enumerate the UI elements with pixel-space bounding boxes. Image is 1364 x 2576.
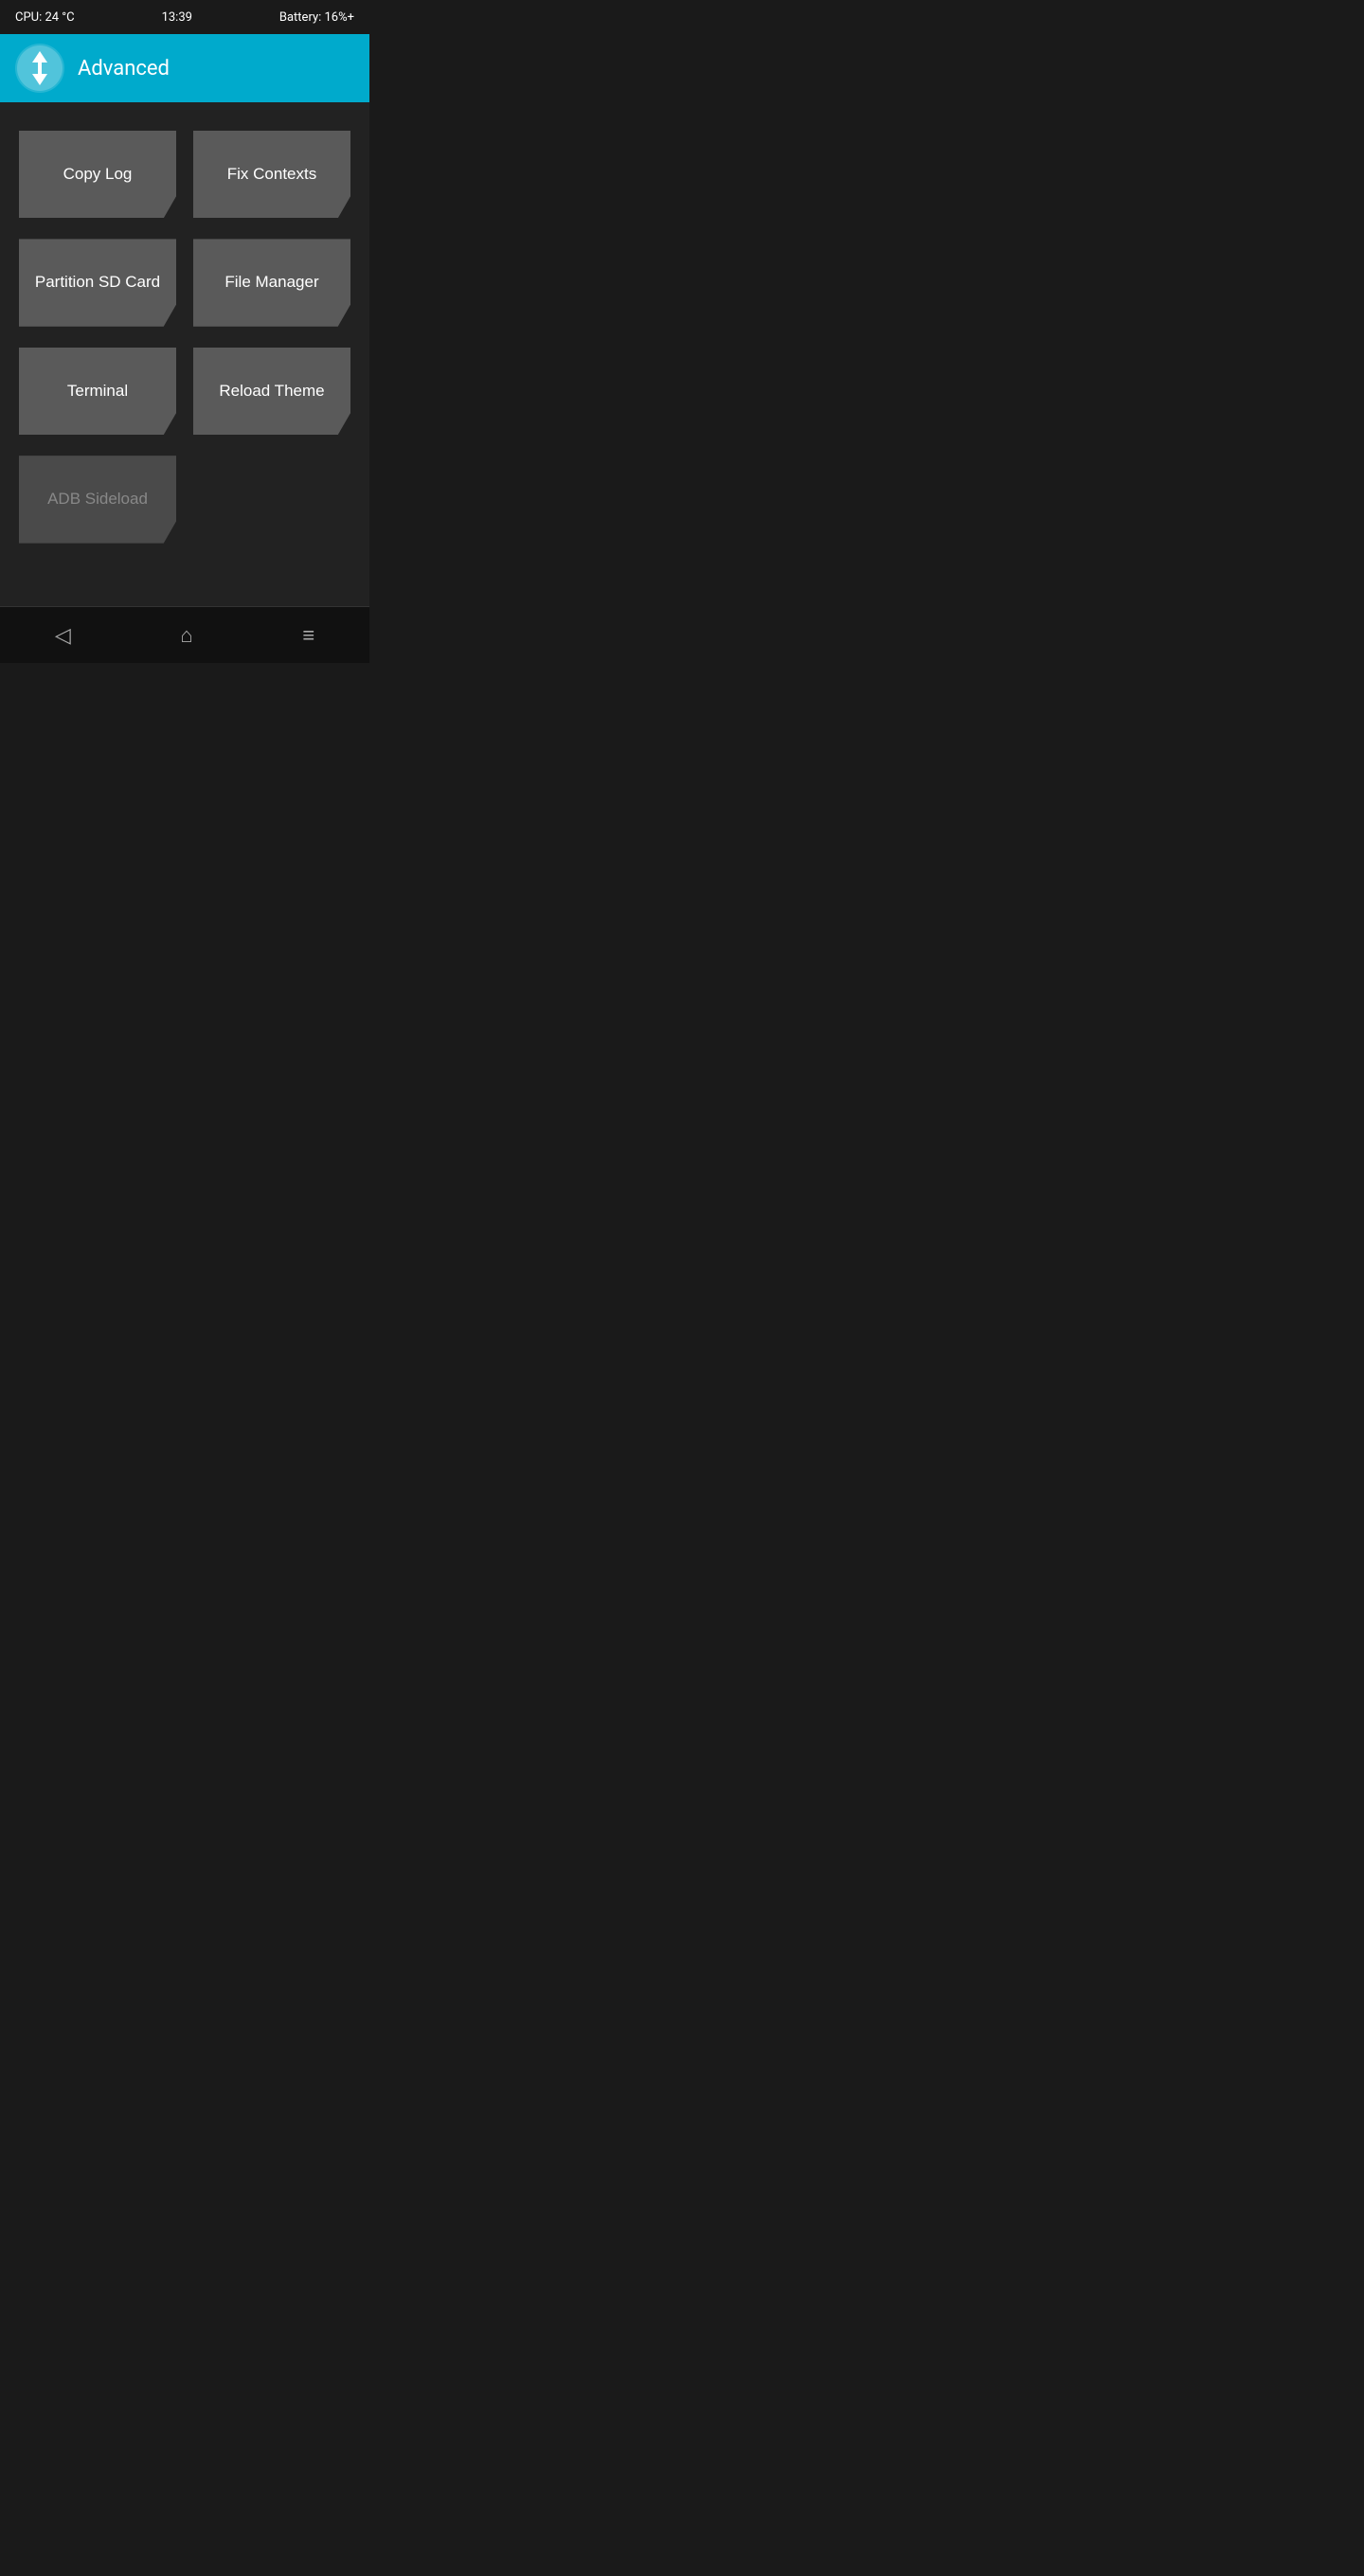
copy-log-button[interactable]: Copy Log bbox=[19, 131, 176, 218]
terminal-button[interactable]: Terminal bbox=[19, 348, 176, 435]
app-bar: Advanced bbox=[0, 34, 369, 102]
home-button[interactable]: ⌂ bbox=[161, 614, 211, 657]
adb-sideload-button[interactable]: ADB Sideload bbox=[19, 456, 176, 543]
main-content: Copy Log Fix Contexts Partition SD Card … bbox=[0, 102, 369, 606]
status-bar: CPU: 24 °C 13:39 Battery: 16%+ bbox=[0, 0, 369, 34]
single-button-row: ADB Sideload bbox=[19, 456, 350, 543]
back-button[interactable]: ◁ bbox=[36, 614, 90, 657]
time-status: 13:39 bbox=[162, 10, 192, 25]
menu-icon: ≡ bbox=[302, 623, 314, 648]
partition-sd-card-button[interactable]: Partition SD Card bbox=[19, 239, 176, 326]
home-icon: ⌂ bbox=[180, 623, 192, 648]
cpu-status: CPU: 24 °C bbox=[15, 10, 75, 25]
page-title: Advanced bbox=[78, 57, 170, 80]
back-icon: ◁ bbox=[55, 623, 71, 648]
menu-button[interactable]: ≡ bbox=[283, 614, 333, 657]
button-grid: Copy Log Fix Contexts Partition SD Card … bbox=[19, 131, 350, 435]
battery-status: Battery: 16%+ bbox=[279, 10, 354, 25]
fix-contexts-button[interactable]: Fix Contexts bbox=[193, 131, 350, 218]
file-manager-button[interactable]: File Manager bbox=[193, 239, 350, 326]
reload-theme-button[interactable]: Reload Theme bbox=[193, 348, 350, 435]
bottom-nav: ◁ ⌂ ≡ bbox=[0, 606, 369, 663]
app-logo-icon bbox=[15, 44, 64, 93]
